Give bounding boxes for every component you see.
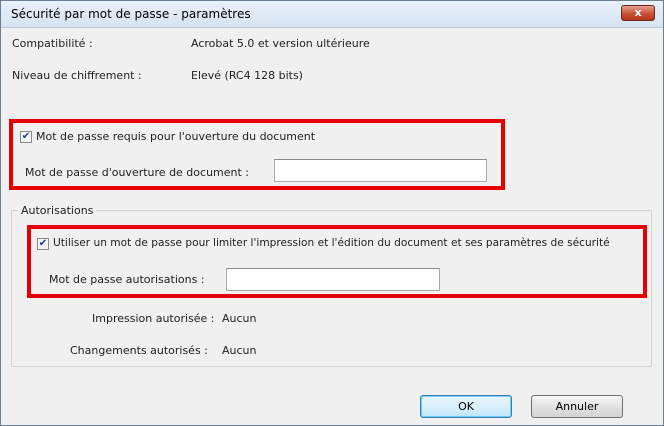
permissions-password-field-label: Mot de passe autorisations : [49,273,205,286]
permissions-password-checkbox[interactable]: ✔ [37,238,49,250]
open-password-field-label: Mot de passe d'ouverture de document : [25,166,250,179]
dialog-window: Sécurité par mot de passe - paramètres x… [0,0,664,426]
encryption-value: Elevé (RC4 128 bits) [191,69,303,82]
permissions-password-input[interactable] [226,268,440,291]
compatibility-value: Acrobat 5.0 et version ultérieure [191,37,370,50]
encryption-label: Niveau de chiffrement : [12,69,142,82]
changes-allowed-value: Aucun [222,344,257,357]
printing-allowed-label: Impression autorisée : [92,312,215,325]
compatibility-label: Compatibilité : [12,37,93,50]
printing-allowed-value: Aucun [222,312,257,325]
permissions-password-checkbox-label[interactable]: Utiliser un mot de passe pour limiter l'… [53,237,610,249]
title-bar: Sécurité par mot de passe - paramètres x [1,1,663,28]
dialog-title: Sécurité par mot de passe - paramètres [11,7,251,21]
close-icon: x [634,6,642,19]
dialog-content: Compatibilité : Acrobat 5.0 et version u… [4,28,660,423]
ok-button[interactable]: OK [420,395,512,418]
open-password-input[interactable] [274,159,487,182]
close-button[interactable]: x [621,5,655,21]
cancel-button[interactable]: Annuler [531,395,623,418]
changes-allowed-label: Changements autorisés : [70,344,208,357]
permissions-group-title: Autorisations [18,204,97,217]
open-password-checkbox-label[interactable]: Mot de passe requis pour l'ouverture du … [36,130,315,143]
open-password-checkbox[interactable]: ✔ [20,131,32,143]
